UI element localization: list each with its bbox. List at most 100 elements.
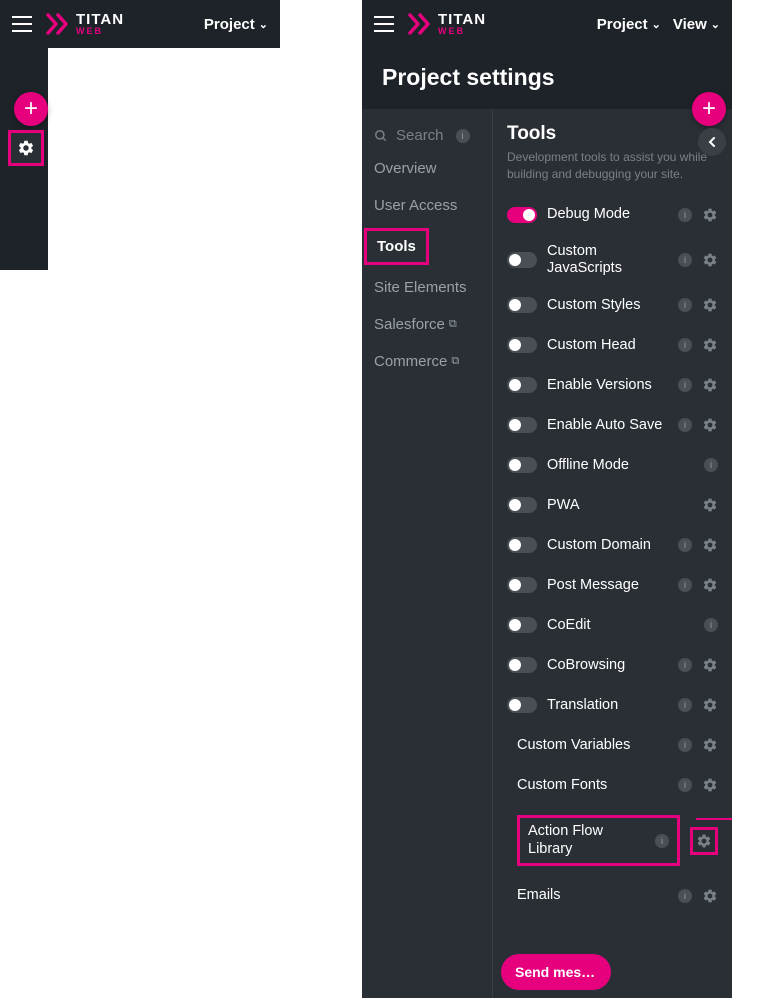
gear-icon[interactable] xyxy=(702,377,718,393)
info-icon[interactable]: i xyxy=(678,738,692,752)
gear-icon[interactable] xyxy=(702,207,718,223)
page-header: Project settings xyxy=(362,48,732,109)
toggle-custom-javascripts[interactable] xyxy=(507,252,537,268)
nav-item-overview[interactable]: Overview xyxy=(362,150,492,187)
tool-label: CoEdit xyxy=(547,617,698,634)
toggle-translation[interactable] xyxy=(507,697,537,713)
tool-label: Emails xyxy=(517,887,672,904)
gear-icon[interactable] xyxy=(702,337,718,353)
tool-label-wrap[interactable]: Custom JavaScripts i xyxy=(547,243,692,278)
nav-search[interactable]: Search i xyxy=(362,121,492,150)
project-menu[interactable]: Project⌄ xyxy=(204,16,268,33)
tool-label: Action Flow Library xyxy=(528,823,649,858)
nav-item-user-access[interactable]: User Access xyxy=(362,187,492,224)
gear-icon[interactable] xyxy=(702,497,718,513)
send-message-button[interactable]: Send mes… xyxy=(501,954,611,990)
collapse-button[interactable] xyxy=(698,128,726,156)
toggle-custom-head[interactable] xyxy=(507,337,537,353)
toggle-custom-domain[interactable] xyxy=(507,537,537,553)
info-icon[interactable]: i xyxy=(678,378,692,392)
tools-title: Tools xyxy=(507,123,718,145)
toggle-cobrowsing[interactable] xyxy=(507,657,537,673)
tool-row-post-message: Post Messagei xyxy=(507,565,718,605)
settings-nav: Search i OverviewUser Access Tools Site El… xyxy=(362,109,493,998)
nav-item-tools[interactable]: Tools xyxy=(364,228,429,265)
tool-row-pwa: PWA xyxy=(507,485,718,525)
nav-item-salesforce[interactable]: Salesforce⧉ xyxy=(362,306,492,343)
project-menu[interactable]: Project⌄ xyxy=(597,16,661,33)
info-icon[interactable]: i xyxy=(678,298,692,312)
info-icon[interactable]: i xyxy=(678,208,692,222)
info-icon[interactable]: i xyxy=(678,253,692,267)
info-icon[interactable]: i xyxy=(655,834,669,848)
tool-label-wrap[interactable]: Translationi xyxy=(547,697,692,714)
tool-label-wrap[interactable]: CoEditi xyxy=(547,617,718,634)
tool-label-wrap[interactable]: Debug Modei xyxy=(547,206,692,223)
nav-item-commerce[interactable]: Commerce⧉ xyxy=(362,343,492,380)
chevron-left-icon xyxy=(707,137,717,147)
gear-icon[interactable] xyxy=(702,577,718,593)
tool-label-wrap[interactable]: Action Flow Library i xyxy=(517,815,680,866)
left-window: TITANWEB Project⌄ + xyxy=(0,0,280,48)
info-icon[interactable]: i xyxy=(678,889,692,903)
gear-icon[interactable] xyxy=(702,777,718,793)
tool-label-wrap[interactable]: CoBrowsing i xyxy=(547,657,692,674)
tool-label-wrap[interactable]: Offline Mode i xyxy=(547,457,718,474)
toggle-enable-auto-save[interactable] xyxy=(507,417,537,433)
toggle-pwa[interactable] xyxy=(507,497,537,513)
gear-icon[interactable] xyxy=(702,737,718,753)
info-icon[interactable]: i xyxy=(704,618,718,632)
gear-icon[interactable] xyxy=(702,417,718,433)
tool-label-wrap[interactable]: Enable Auto Savei xyxy=(547,417,692,434)
settings-button[interactable] xyxy=(8,130,44,166)
info-icon[interactable]: i xyxy=(704,458,718,472)
gear-icon[interactable] xyxy=(702,297,718,313)
info-icon[interactable]: i xyxy=(678,658,692,672)
tool-label: Custom JavaScripts xyxy=(547,243,672,278)
info-icon[interactable]: i xyxy=(678,778,692,792)
tool-label-wrap[interactable]: PWA xyxy=(547,497,692,514)
toggle-offline-mode[interactable] xyxy=(507,457,537,473)
tool-label-wrap[interactable]: Custom Fontsi xyxy=(517,777,692,794)
search-icon xyxy=(374,129,388,143)
tools-desc: Development tools to assist you while bu… xyxy=(507,149,718,183)
brand-main: TITAN xyxy=(438,12,486,27)
settings-body: Search i OverviewUser Access Tools Site El… xyxy=(362,109,732,998)
info-icon[interactable]: i xyxy=(678,578,692,592)
toggle-debug-mode[interactable] xyxy=(507,207,537,223)
gear-icon[interactable] xyxy=(702,657,718,673)
tool-label-wrap[interactable]: Custom Variablesi xyxy=(517,737,692,754)
gear-icon[interactable] xyxy=(702,697,718,713)
toggle-coedit[interactable] xyxy=(507,617,537,633)
info-icon[interactable]: i xyxy=(678,538,692,552)
nav-item-site-elements[interactable]: Site Elements xyxy=(362,269,492,306)
tool-label: Custom Styles xyxy=(547,297,672,314)
gear-icon[interactable] xyxy=(702,537,718,553)
toggle-custom-styles[interactable] xyxy=(507,297,537,313)
info-icon[interactable]: i xyxy=(678,338,692,352)
brand-main: TITAN xyxy=(76,12,124,27)
gear-icon[interactable] xyxy=(690,827,718,855)
tool-label-wrap[interactable]: Emailsi xyxy=(517,887,692,904)
tool-label-wrap[interactable]: Custom Styles i xyxy=(547,297,692,314)
logo: TITANWEB xyxy=(406,11,486,37)
tool-label: Offline Mode xyxy=(547,457,698,474)
toggle-enable-versions[interactable] xyxy=(507,377,537,393)
add-button[interactable]: + xyxy=(692,92,726,126)
tool-label: Enable Versions xyxy=(547,377,672,394)
topbar-right: TITANWEB Project⌄ View⌄ xyxy=(362,0,732,48)
tool-label-wrap[interactable]: Custom Headi xyxy=(547,337,692,354)
tool-label-wrap[interactable]: Enable Versions i xyxy=(547,377,692,394)
tool-label: CoBrowsing xyxy=(547,657,672,674)
tool-label-wrap[interactable]: Post Messagei xyxy=(547,577,692,594)
view-menu[interactable]: View⌄ xyxy=(673,16,720,33)
add-button[interactable]: + xyxy=(14,92,48,126)
gear-icon[interactable] xyxy=(702,252,718,268)
hamburger-icon[interactable] xyxy=(12,16,32,32)
tool-label-wrap[interactable]: Custom Domaini xyxy=(547,537,692,554)
gear-icon[interactable] xyxy=(702,888,718,904)
toggle-post-message[interactable] xyxy=(507,577,537,593)
info-icon[interactable]: i xyxy=(678,418,692,432)
hamburger-icon[interactable] xyxy=(374,16,394,32)
info-icon[interactable]: i xyxy=(678,698,692,712)
